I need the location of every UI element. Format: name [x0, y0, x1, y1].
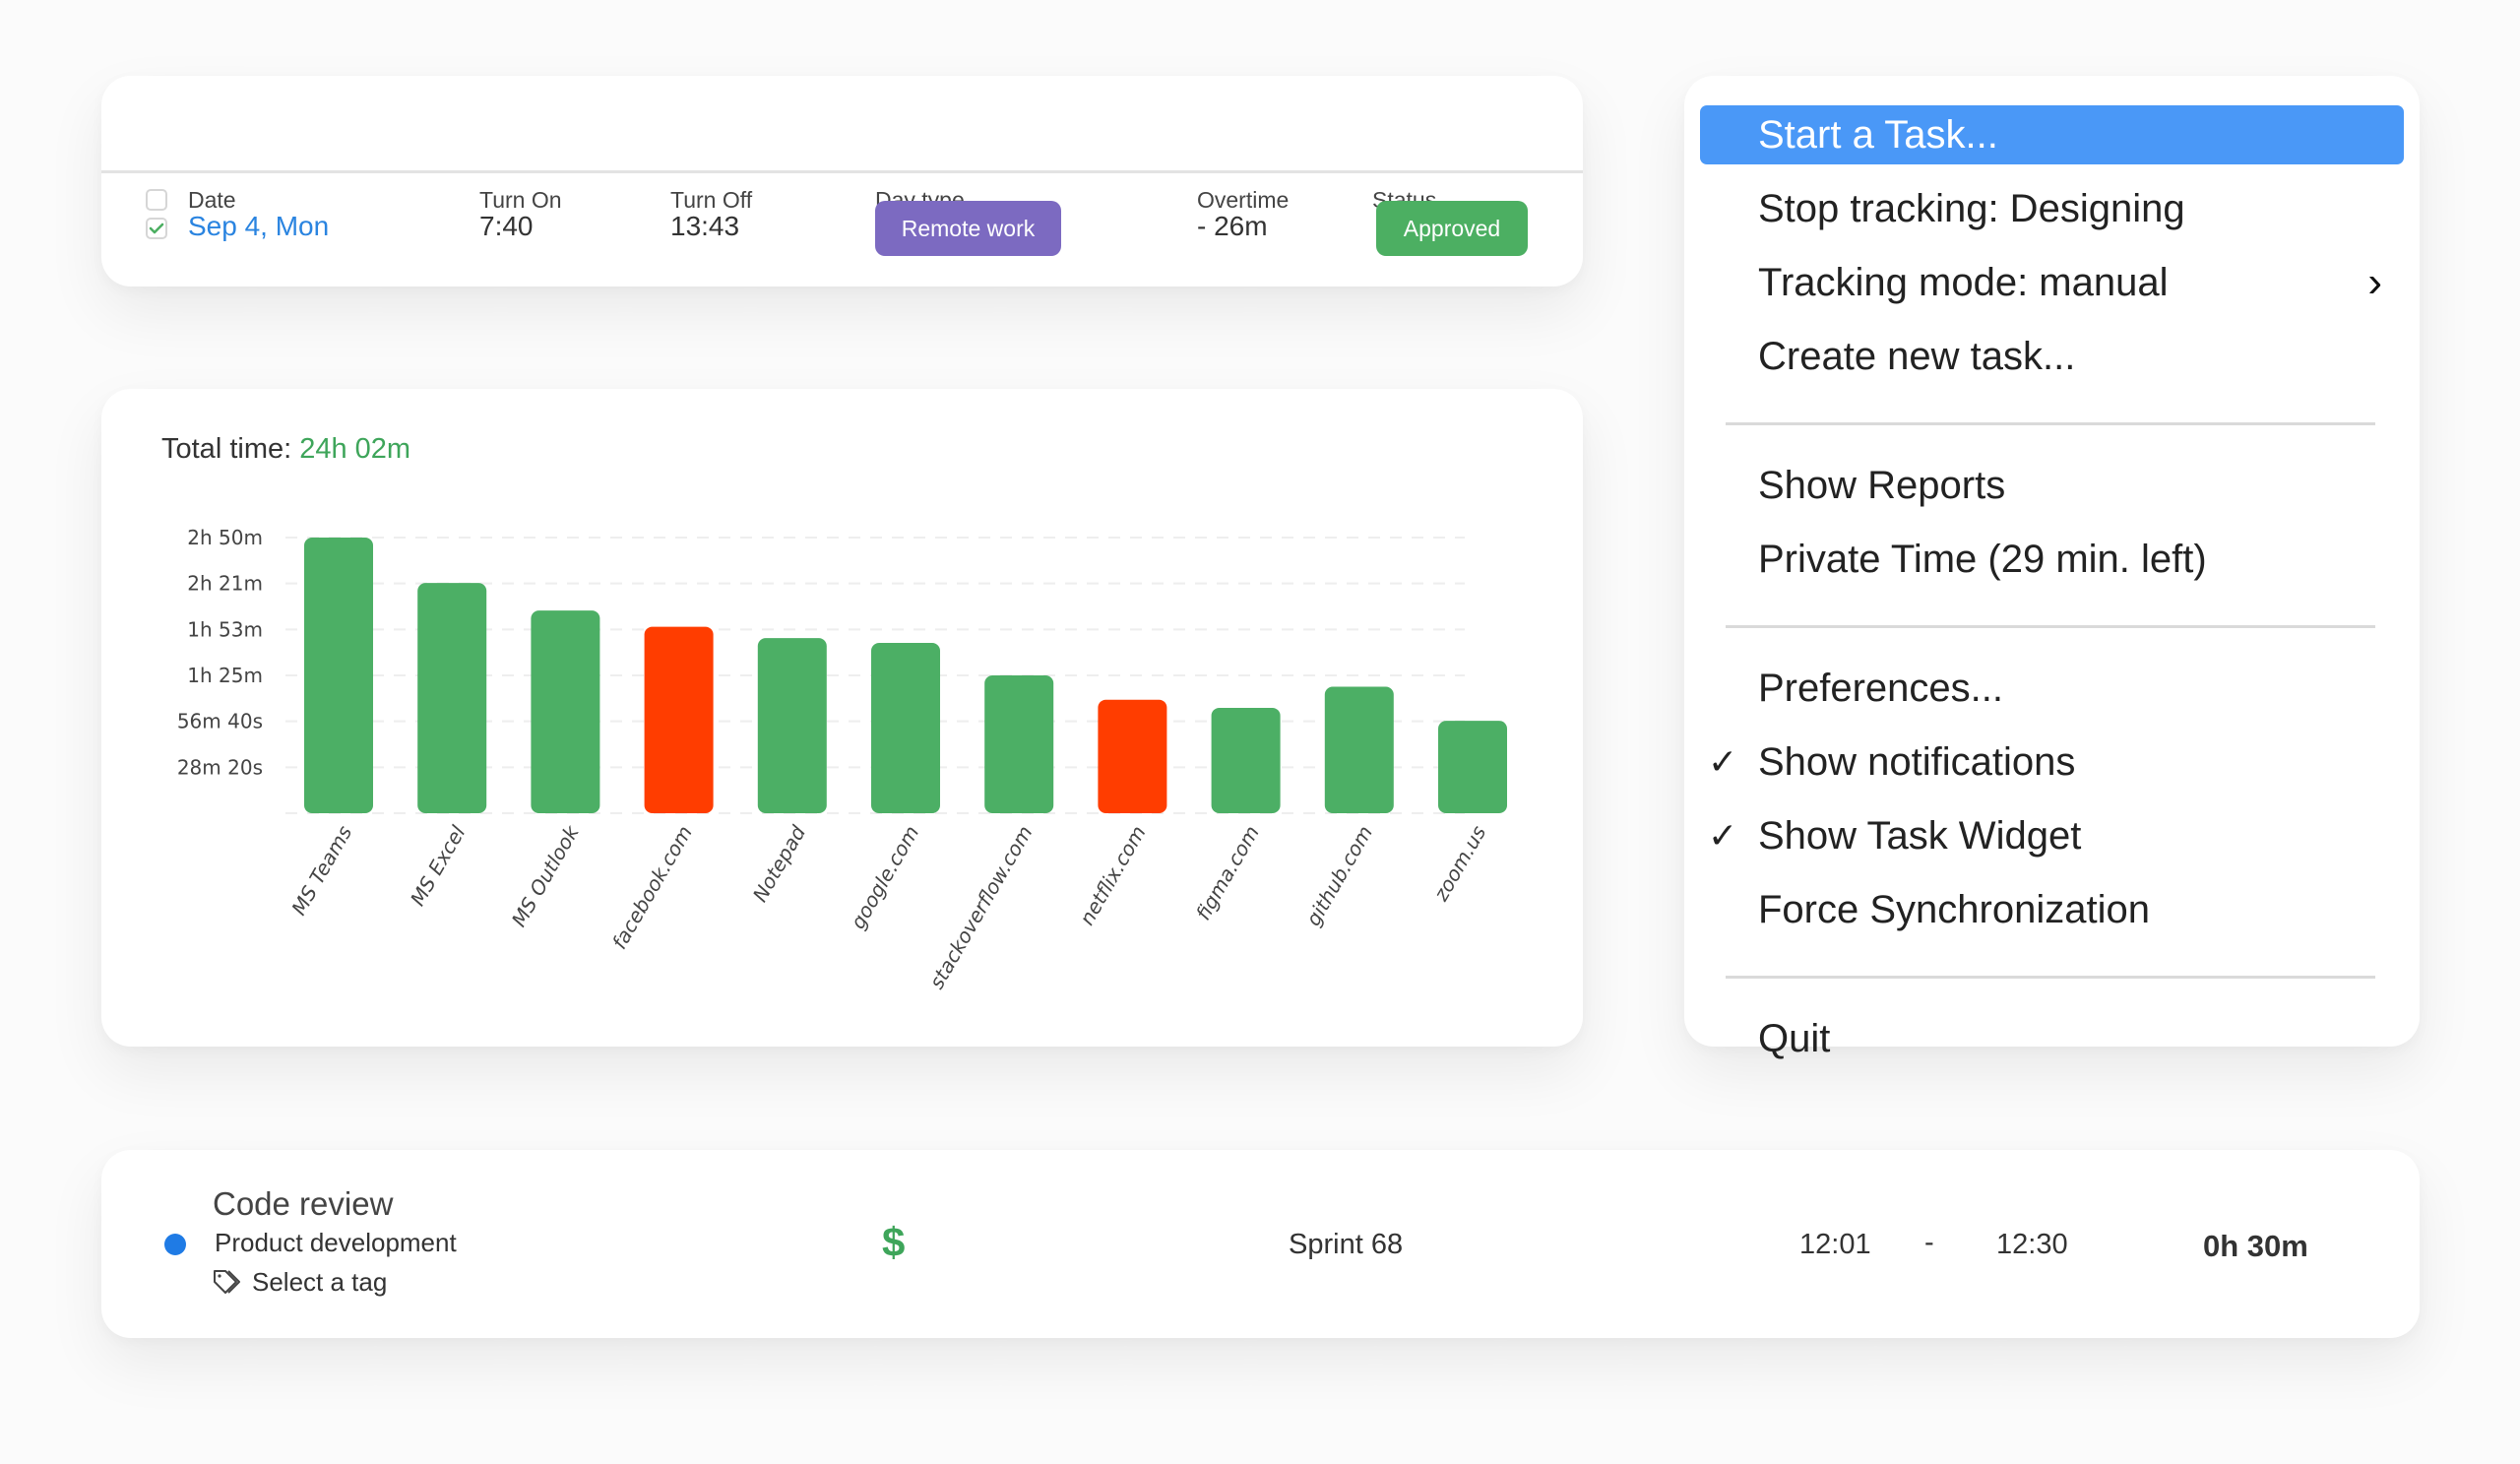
menu-separator	[1726, 976, 2375, 979]
bar-stackoverflow-com[interactable]	[984, 675, 1054, 813]
row-checkbox[interactable]	[146, 218, 167, 239]
end-time[interactable]: 12:30	[1996, 1229, 2068, 1261]
menu-item-label: Force Synchronization	[1758, 887, 2150, 931]
turn-on-value: 7:40	[479, 211, 534, 241]
menu-item-label: Create new task...	[1758, 334, 2076, 378]
x-tick-label: google.com	[846, 822, 923, 933]
task-duration: 0h 30m	[2203, 1229, 2308, 1263]
y-tick-label: 2h 50m	[187, 526, 263, 549]
y-tick-label: 1h 25m	[187, 664, 263, 687]
project-name[interactable]: Product development	[215, 1228, 457, 1258]
menu-item-label: Preferences...	[1758, 666, 2004, 710]
menu-item-label: Show Reports	[1758, 463, 2006, 507]
x-tick-label: Notepad	[748, 821, 810, 906]
bar-netflix-com[interactable]	[1098, 699, 1167, 813]
chevron-right-icon: ›	[2367, 258, 2382, 306]
x-tick-label: netflix.com	[1075, 822, 1151, 929]
x-tick-label: facebook.com	[607, 822, 697, 954]
bar-chart: 28m 20s 56m 40s 1h 25m 1h 53m 2h 21m 2h 50m MS…	[177, 526, 1507, 992]
y-tick-label: 28m 20s	[177, 755, 263, 779]
bar-ms-outlook[interactable]	[531, 610, 600, 813]
select-tag-button[interactable]: Select a tag	[252, 1267, 387, 1298]
header-divider	[101, 170, 1583, 173]
x-tick-label: MS Excel	[406, 821, 471, 910]
column-header-date[interactable]: Date	[188, 187, 236, 214]
menu-item-force-synchronization[interactable]: Force Synchronization	[1700, 880, 2404, 939]
x-tick-label: figma.com	[1191, 822, 1264, 924]
x-tick-label: zoom.us	[1428, 822, 1490, 907]
tray-menu: Start a Task... Stop tracking: Designing T…	[1684, 76, 2420, 1060]
select-all-checkbox[interactable]	[146, 189, 167, 211]
status-badge[interactable]: Approved	[1376, 201, 1528, 256]
menu-item-label: Stop tracking: Designing	[1758, 186, 2185, 230]
menu-item-start-a-task[interactable]: Start a Task...	[1700, 105, 2404, 164]
menu-item-label: Show Task Widget	[1758, 813, 2082, 858]
billable-dollar-icon[interactable]: $	[882, 1219, 905, 1266]
x-tick-label: github.com	[1301, 822, 1377, 930]
task-entry-row[interactable]: Code review Product development Select a…	[101, 1150, 2420, 1338]
menu-item-show-reports[interactable]: Show Reports	[1700, 456, 2404, 515]
column-header-turn-off[interactable]: Turn Off	[670, 187, 752, 214]
menu-item-quit[interactable]: Quit	[1700, 1009, 2404, 1068]
day-type-badge[interactable]: Remote work	[875, 201, 1061, 256]
menu-item-tracking-mode-manual[interactable]: Tracking mode: manual ›	[1700, 253, 2404, 312]
checkmark-icon	[149, 223, 164, 234]
x-tick-label: MS Outlook	[507, 820, 585, 930]
bar-figma-com[interactable]	[1211, 707, 1281, 813]
menu-item-private-time-29-min-left[interactable]: Private Time (29 min. left)	[1700, 530, 2404, 589]
time-separator: -	[1924, 1227, 1934, 1258]
y-tick-label: 1h 53m	[187, 617, 263, 641]
column-header-overtime[interactable]: Overtime	[1197, 187, 1289, 214]
bar-google-com[interactable]	[871, 643, 940, 813]
start-time[interactable]: 12:01	[1799, 1229, 1871, 1261]
menu-item-create-new-task[interactable]: Create new task...	[1700, 327, 2404, 386]
app-usage-chart-card: Total time: 24h 02m 28m 20s 56m 40s 1h 25m…	[101, 389, 1583, 1047]
task-title[interactable]: Code review	[213, 1185, 393, 1223]
menu-item-show-task-widget[interactable]: ✓ Show Task Widget	[1700, 806, 2404, 865]
bar-ms-excel[interactable]	[417, 583, 487, 813]
menu-separator	[1726, 422, 2375, 425]
project-color-dot	[164, 1234, 186, 1255]
bar-zoom-us[interactable]	[1438, 721, 1507, 813]
tag-icon[interactable]	[212, 1268, 241, 1296]
checkmark-icon: ✓	[1708, 741, 1738, 782]
bar-ms-teams[interactable]	[304, 538, 373, 813]
attendance-table: Date Turn On Turn Off Day type Overtime …	[101, 76, 1583, 286]
overtime-value: - 26m	[1197, 211, 1268, 241]
checkmark-icon: ✓	[1708, 815, 1738, 856]
bar-facebook-com[interactable]	[644, 626, 714, 813]
menu-separator	[1726, 625, 2375, 628]
sprint-label[interactable]: Sprint 68	[1289, 1229, 1403, 1261]
menu-item-label: Start a Task...	[1758, 112, 1998, 157]
x-tick-label: stackoverflow.com	[924, 821, 1037, 992]
turn-off-value: 13:43	[670, 211, 740, 241]
menu-item-preferences[interactable]: Preferences...	[1700, 659, 2404, 718]
bar-github-com[interactable]	[1324, 686, 1394, 813]
column-header-turn-on[interactable]: Turn On	[479, 187, 562, 214]
menu-item-label: Private Time (29 min. left)	[1758, 537, 2207, 581]
menu-item-label: Show notifications	[1758, 739, 2076, 784]
bar-notepad[interactable]	[757, 638, 827, 813]
menu-item-label: Tracking mode: manual	[1758, 260, 2169, 304]
menu-item-show-notifications[interactable]: ✓ Show notifications	[1700, 732, 2404, 792]
y-tick-label: 2h 21m	[187, 572, 263, 596]
date-link[interactable]: Sep 4, Mon	[188, 211, 329, 242]
y-tick-label: 56m 40s	[177, 710, 263, 733]
menu-item-stop-tracking-designing[interactable]: Stop tracking: Designing	[1700, 179, 2404, 238]
x-tick-label: MS Teams	[286, 822, 356, 920]
menu-item-label: Quit	[1758, 1016, 1831, 1060]
